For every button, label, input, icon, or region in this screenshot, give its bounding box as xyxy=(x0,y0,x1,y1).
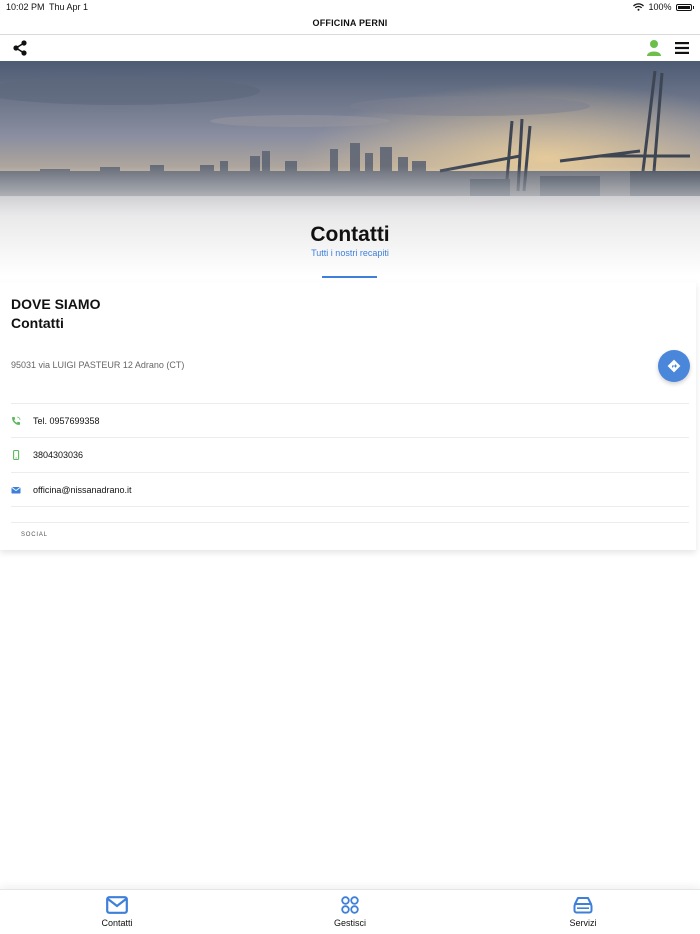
hero-banner: Contatti Tutti i nostri recapiti xyxy=(0,61,700,276)
status-bar: 10:02 PM Thu Apr 1 100% xyxy=(0,0,700,14)
tab-gestisci[interactable]: Gestisci xyxy=(290,890,410,934)
nav-bar xyxy=(0,34,700,61)
wifi-icon xyxy=(633,3,645,11)
app-title: OFFICINA PERNI xyxy=(312,18,388,28)
page-subtitle: Tutti i nostri recapiti xyxy=(311,248,389,258)
directions-icon xyxy=(667,359,681,373)
battery-percent: 100% xyxy=(648,2,672,12)
contacts-card: DOVE SIAMO Contatti 95031 via LUIGI PAST… xyxy=(0,282,696,550)
section-heading: DOVE SIAMO xyxy=(11,296,101,312)
tab-contatti[interactable]: Contatti xyxy=(57,890,177,934)
tab-gestisci-label: Gestisci xyxy=(333,918,366,928)
social-label: SOCIAL xyxy=(21,532,48,538)
battery-icon xyxy=(675,3,692,11)
mobile-icon xyxy=(13,450,20,460)
share-icon[interactable] xyxy=(12,40,28,56)
status-indicators: 100% xyxy=(633,2,694,12)
envelope-icon xyxy=(11,487,21,494)
contact-row-phone[interactable]: Tel. 0957699358 xyxy=(11,403,689,437)
contact-row-email[interactable]: officina@nissanadrano.it xyxy=(11,472,689,507)
tab-servizi-label: Servizi xyxy=(569,918,597,928)
page-title: Contatti xyxy=(310,223,390,246)
menu-icon[interactable] xyxy=(675,42,689,54)
title-underline xyxy=(322,276,377,278)
user-icon[interactable] xyxy=(646,39,662,56)
email-address: officina@nissanadrano.it xyxy=(33,485,132,495)
section-subheading: Contatti xyxy=(11,315,64,331)
envelope-icon xyxy=(106,896,128,914)
mobile-number: 3804303036 xyxy=(33,450,84,460)
address-text: 95031 via LUIGI PASTEUR 12 Adrano (CT) xyxy=(11,360,185,370)
directions-button[interactable] xyxy=(658,350,690,382)
divider xyxy=(11,522,689,523)
phone-icon xyxy=(12,416,21,425)
tab-contatti-label: Contatti xyxy=(101,918,133,928)
status-time: 10:02 PM xyxy=(6,2,45,12)
bottom-tab-bar: Contatti Gestisci Servizi xyxy=(0,889,700,934)
grid-icon xyxy=(341,896,359,914)
phone-number: Tel. 0957699358 xyxy=(33,416,100,426)
tab-servizi[interactable]: Servizi xyxy=(523,890,643,934)
stack-icon xyxy=(573,897,593,914)
status-date: Thu Apr 1 xyxy=(49,2,89,12)
contact-row-mobile[interactable]: 3804303036 xyxy=(11,437,689,471)
